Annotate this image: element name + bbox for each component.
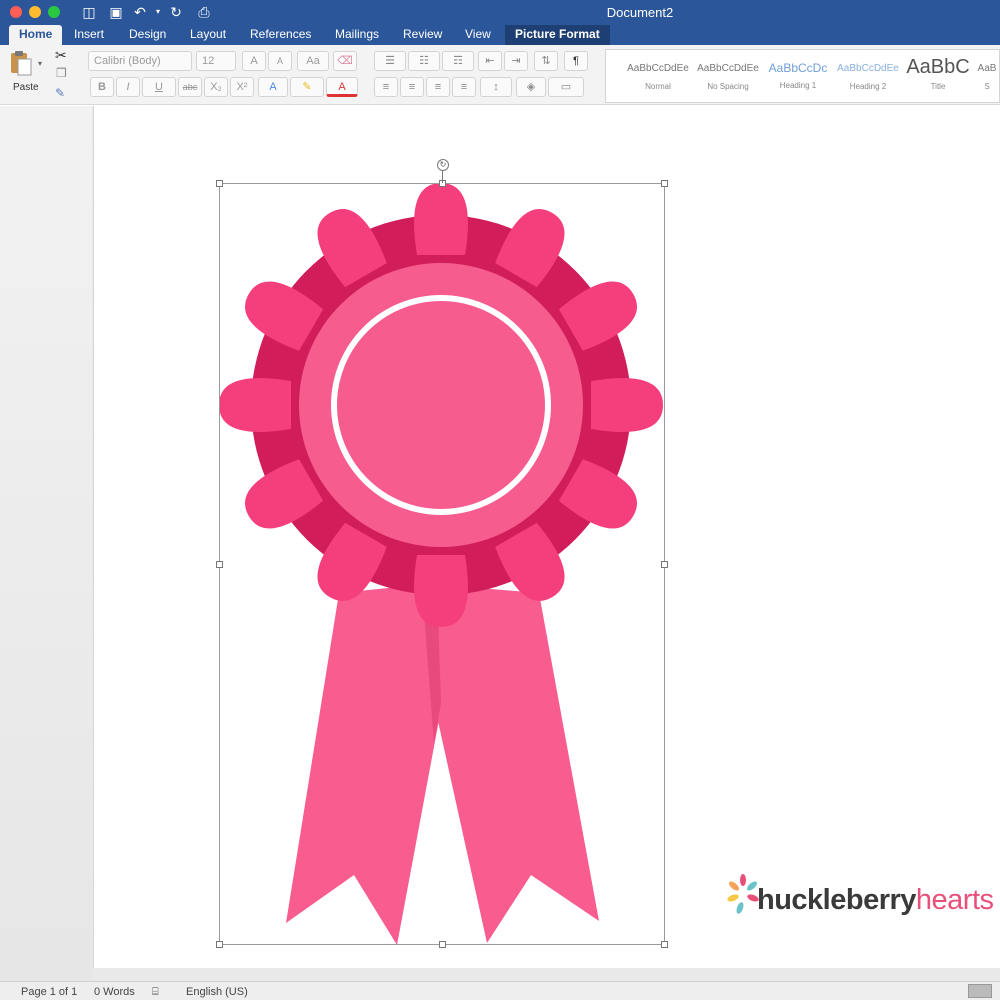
format-painter-icon[interactable]: ✎	[55, 86, 65, 100]
language[interactable]: English (US)	[186, 986, 248, 998]
subscript-button[interactable]: X₂	[204, 77, 228, 97]
resize-handle-bottom-left[interactable]	[216, 941, 223, 948]
picture-selection-frame[interactable]	[216, 180, 668, 948]
strikethrough-button[interactable]: abc	[178, 77, 202, 97]
tab-references[interactable]: References	[240, 25, 321, 45]
paste-dropdown-icon[interactable]: ▾	[38, 59, 42, 68]
superscript-button[interactable]: X²	[230, 77, 254, 97]
tab-home[interactable]: Home	[9, 25, 63, 45]
align-right-icon[interactable]: ≡	[426, 77, 450, 97]
change-case-button[interactable]: Aa	[297, 51, 329, 71]
logo-text-hearts: hearts	[915, 884, 994, 916]
tab-picture-format[interactable]: Picture Format	[505, 25, 610, 45]
rotate-handle-icon[interactable]: ↻	[437, 159, 449, 171]
increase-indent-icon[interactable]: ⇥	[504, 51, 528, 71]
align-left-icon[interactable]: ≡	[374, 77, 398, 97]
bold-button[interactable]: B	[90, 77, 114, 97]
shading-icon[interactable]: ◈	[516, 77, 546, 97]
sort-icon[interactable]: ⇅	[534, 51, 558, 71]
tab-layout[interactable]: Layout	[180, 25, 236, 45]
paste-icon[interactable]	[10, 50, 32, 76]
tab-view[interactable]: View	[455, 25, 501, 45]
copy-icon[interactable]: ❐	[56, 66, 67, 80]
title-bar: ◫ ▣ ↶ ▾ ↻ ⎙ Document2	[0, 0, 1000, 25]
ribbon-tabs: Home Insert Design Layout References Mai…	[0, 25, 1000, 45]
ribbon: ▾ Paste ✂ ❐ ✎ Calibri (Body) 12 A A Aa ⌫…	[0, 45, 1000, 105]
style-heading-2[interactable]: AaBbCcDdEe Heading 2	[834, 55, 902, 99]
proofing-icon[interactable]: ⌸	[152, 986, 159, 999]
font-color-button[interactable]: A	[326, 77, 358, 97]
rotate-handle-stem	[442, 171, 443, 183]
borders-icon[interactable]: ▭	[548, 77, 584, 97]
show-formatting-button[interactable]: ¶	[564, 51, 588, 71]
style-title[interactable]: AaBbC Title	[904, 55, 972, 99]
tab-mailings[interactable]: Mailings	[325, 25, 389, 45]
resize-handle-top-left[interactable]	[216, 180, 223, 187]
text-effects-button[interactable]: A	[258, 77, 288, 97]
shrink-font-button[interactable]: A	[268, 51, 292, 71]
print-layout-view-icon[interactable]	[968, 984, 992, 998]
resize-handle-right[interactable]	[661, 561, 668, 568]
status-bar: Page 1 of 1 0 Words ⌸ English (US)	[0, 981, 1000, 1000]
font-size-select[interactable]: 12	[196, 51, 236, 71]
paste-label: Paste	[13, 82, 39, 93]
styles-gallery[interactable]: AaBbCcDdEe Normal AaBbCcDdEe No Spacing …	[605, 49, 1000, 103]
grow-font-button[interactable]: A	[242, 51, 266, 71]
line-spacing-icon[interactable]: ↕	[480, 77, 512, 97]
style-normal[interactable]: AaBbCcDdEe Normal	[624, 55, 692, 99]
word-count[interactable]: 0 Words	[94, 986, 135, 998]
tab-design[interactable]: Design	[119, 25, 176, 45]
document-title: Document2	[606, 5, 674, 20]
multilevel-list-icon[interactable]: ☶	[442, 51, 474, 71]
logo-text-huckleberry: huckleberry	[757, 884, 916, 916]
tab-insert[interactable]: Insert	[64, 25, 114, 45]
italic-button[interactable]: I	[116, 77, 140, 97]
numbering-icon[interactable]: ☷	[408, 51, 440, 71]
style-heading-1[interactable]: AaBbCcDc Heading 1	[764, 55, 832, 99]
clear-formatting-icon[interactable]: ⌫	[333, 51, 357, 71]
justify-icon[interactable]: ≡	[452, 77, 476, 97]
resize-handle-bottom-right[interactable]	[661, 941, 668, 948]
font-name-select[interactable]: Calibri (Body)	[88, 51, 192, 71]
logo-text: huckleberryhearts	[757, 884, 994, 917]
highlight-icon[interactable]: ✎	[290, 77, 324, 97]
underline-button[interactable]: U	[142, 77, 176, 97]
style-no-spacing[interactable]: AaBbCcDdEe No Spacing	[694, 55, 762, 99]
align-center-icon[interactable]: ≡	[400, 77, 424, 97]
resize-handle-top-right[interactable]	[661, 180, 668, 187]
resize-handle-left[interactable]	[216, 561, 223, 568]
logo-petals-icon	[727, 874, 759, 914]
style-subtitle[interactable]: AaB S	[974, 55, 1000, 99]
resize-handle-bottom[interactable]	[439, 941, 446, 948]
huckleberry-hearts-logo: huckleberryhearts	[727, 870, 994, 920]
tab-review[interactable]: Review	[393, 25, 452, 45]
page-count[interactable]: Page 1 of 1	[21, 986, 77, 998]
bullets-icon[interactable]: ☰	[374, 51, 406, 71]
decrease-indent-icon[interactable]: ⇤	[478, 51, 502, 71]
cut-icon[interactable]: ✂	[55, 47, 67, 64]
left-margin-area	[0, 106, 92, 981]
